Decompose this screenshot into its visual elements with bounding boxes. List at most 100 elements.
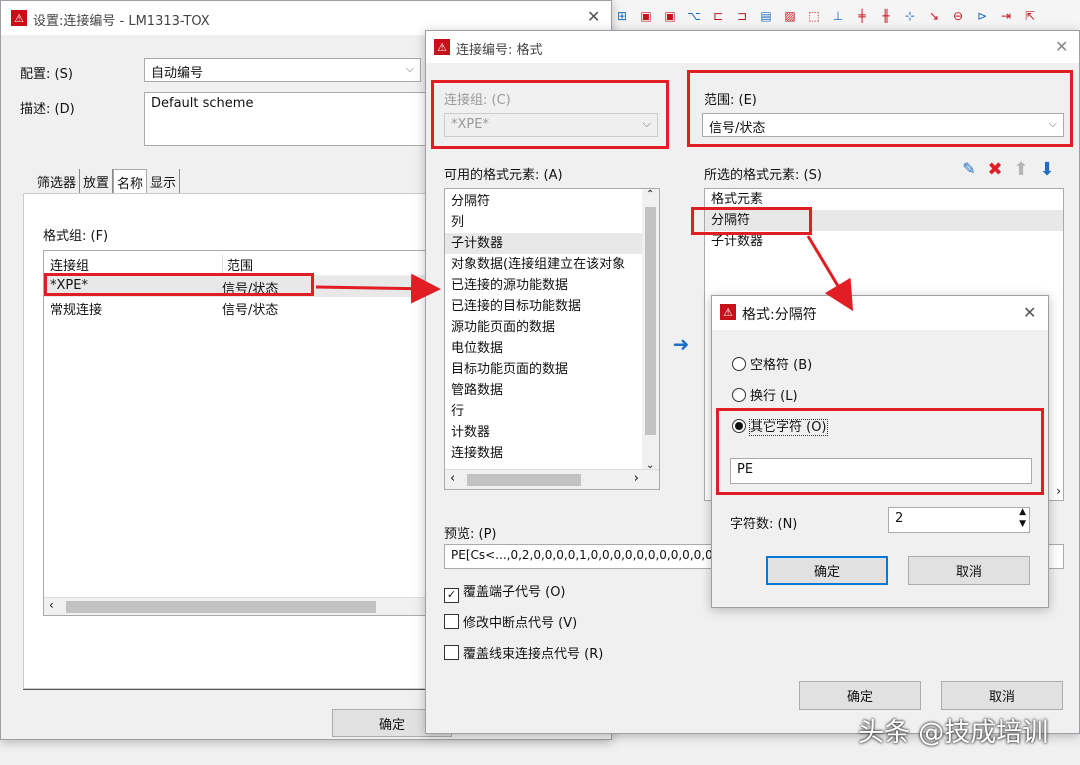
junction-icon[interactable]: ╪	[854, 8, 870, 24]
scroll-thumb[interactable]	[66, 601, 376, 613]
tab-name[interactable]: 名称	[113, 169, 148, 193]
wire-icon[interactable]: ⌥	[686, 8, 702, 24]
list-item[interactable]: 对象数据(连接组建立在该对象	[445, 254, 659, 275]
wire-icon[interactable]: ⇥	[998, 8, 1014, 24]
radio-newline[interactable]: 换行 (L)	[732, 385, 798, 404]
row-scope: 信号/状态	[222, 303, 279, 318]
edit-icon[interactable]: ✎	[958, 159, 980, 181]
radio-label: 换行 (L)	[750, 389, 798, 404]
check-icon: ✓	[444, 588, 459, 603]
watermark: 头条 @技成培训	[858, 718, 1049, 748]
available-label: 可用的格式元素: (A)	[444, 168, 563, 183]
list-item[interactable]: 列	[445, 212, 659, 233]
align-icon[interactable]: ⊥	[830, 8, 846, 24]
list-item[interactable]: 目标功能页面的数据	[445, 359, 659, 380]
close-icon[interactable]: ✕	[1023, 303, 1036, 322]
header-group[interactable]: 连接组	[50, 255, 89, 274]
separator-cancel-button[interactable]: 取消	[908, 556, 1030, 585]
list-item[interactable]: 源功能页面的数据	[445, 317, 659, 338]
scroll-thumb[interactable]	[645, 207, 656, 435]
wire-icon[interactable]: ↘	[926, 8, 942, 24]
app-logo-icon: ⚠	[11, 10, 27, 26]
separator-titlebar: ⚠ 格式:分隔符 ✕	[712, 296, 1048, 330]
list-item[interactable]: 连接数据	[445, 443, 659, 464]
checkbox-label: 修改中断点代号 (V)	[463, 616, 578, 631]
header-scope[interactable]: 范围	[222, 255, 253, 274]
frame-icon[interactable]: ⬚	[806, 8, 822, 24]
highlight-other-char	[716, 408, 1044, 495]
list-item[interactable]: 管路数据	[445, 380, 659, 401]
format-cancel-button[interactable]: 取消	[941, 681, 1063, 710]
selected-toolbar: ✎ ✖ ⬆ ⬇	[958, 159, 1068, 183]
move-up-icon[interactable]: ⬆	[1010, 159, 1032, 181]
list-item[interactable]: 分隔符	[445, 191, 659, 212]
cursor-icon[interactable]: ⇱	[1022, 8, 1038, 24]
stepper-up-icon[interactable]: ▲	[1019, 507, 1026, 517]
checkbox-override-harness[interactable]: 覆盖线束连接点代号 (R)	[444, 643, 603, 662]
toolbar: ⊞ ▣ ▣ ⌥ ⊏ ⊐ ▤ ▨ ⬚ ⊥ ╪ ╫ ⊹ ↘ ⊖ ⊳ ⇥ ⇱	[600, 0, 1080, 32]
box-icon[interactable]: ▣	[662, 8, 678, 24]
vertical-scrollbar[interactable]: ⌃ ⌄	[642, 189, 659, 471]
scroll-up-icon[interactable]: ⌃	[646, 189, 654, 200]
radio-circle	[732, 388, 746, 402]
config-select[interactable]: 自动编号 ⌵	[144, 58, 421, 82]
selected-label: 所选的格式元素: (S)	[704, 168, 822, 183]
checkbox-override-terminal[interactable]: ✓ 覆盖端子代号 (O)	[444, 581, 566, 603]
move-down-icon[interactable]: ⬇	[1036, 159, 1058, 181]
grid-icon[interactable]: ⊞	[614, 8, 630, 24]
junction-icon[interactable]: ⊹	[902, 8, 918, 24]
radio-space[interactable]: 空格符 (B)	[732, 354, 812, 373]
wire-icon[interactable]: ⊖	[950, 8, 966, 24]
horizontal-scrollbar[interactable]: ‹ ›	[445, 469, 659, 489]
scroll-left-icon[interactable]: ‹	[450, 471, 455, 486]
desc-textarea[interactable]: Default scheme	[144, 92, 429, 146]
terminal-icon[interactable]: ⊐	[734, 8, 750, 24]
tab-placement[interactable]: 放置	[80, 169, 114, 193]
scroll-right-icon[interactable]: ›	[634, 471, 639, 486]
highlight-row-xpe	[44, 273, 314, 296]
tab-filter[interactable]: 筛选器	[34, 169, 81, 193]
radio-label: 空格符 (B)	[750, 358, 813, 373]
available-list[interactable]: 分隔符列子计数器 对象数据(连接组建立在该对象 已连接的源功能数据 已连接的目标功能数…	[444, 188, 660, 490]
list-item[interactable]: 已连接的目标功能数据	[445, 296, 659, 317]
list-item[interactable]: 电位数据	[445, 338, 659, 359]
stepper-down-icon[interactable]: ▼	[1019, 519, 1026, 529]
list-item[interactable]: 已连接的源功能数据	[445, 275, 659, 296]
close-icon[interactable]: ✕	[1055, 37, 1068, 56]
connector-icon[interactable]: ⊏	[710, 8, 726, 24]
char-count-stepper[interactable]: 2 ▲ ▼	[888, 507, 1030, 533]
highlight-scope	[687, 70, 1073, 147]
add-element-button[interactable]: ➜	[668, 331, 694, 357]
radio-circle	[732, 357, 746, 371]
checkbox-label: 覆盖线束连接点代号 (R)	[463, 647, 604, 662]
row-group: 常规连接	[50, 303, 103, 318]
list-item[interactable]: 计数器	[445, 422, 659, 443]
char-count-value: 2	[895, 511, 904, 526]
format-title: 连接编号: 格式	[456, 43, 543, 58]
desc-value: Default scheme	[151, 96, 254, 111]
hatch-icon[interactable]: ▨	[782, 8, 798, 24]
checkbox-modify-interrupt[interactable]: 修改中断点代号 (V)	[444, 612, 577, 631]
delete-icon[interactable]: ✖	[984, 159, 1006, 181]
desc-label: 描述: (D)	[20, 102, 75, 117]
wire-icon[interactable]: ⊳	[974, 8, 990, 24]
settings-title: 设置:连接编号 - LM1313-TOX	[33, 14, 210, 29]
scroll-thumb[interactable]	[467, 474, 581, 486]
highlight-conn-group	[431, 80, 669, 149]
close-icon[interactable]: ✕	[587, 7, 600, 26]
box-icon[interactable]: ▣	[638, 8, 654, 24]
tab-display[interactable]: 显示	[147, 169, 181, 193]
separator-ok-button[interactable]: 确定	[766, 556, 888, 585]
scroll-left-icon[interactable]: ‹	[49, 598, 54, 612]
checkbox-box	[444, 614, 459, 629]
list-item[interactable]: 行	[445, 401, 659, 422]
junction-icon[interactable]: ╫	[878, 8, 894, 24]
hatch-icon[interactable]: ▤	[758, 8, 774, 24]
list-item[interactable]: 子计数器	[445, 233, 659, 254]
table-row[interactable]: 常规连接 信号/状态	[44, 297, 432, 318]
horizontal-scrollbar[interactable]: ‹	[44, 597, 432, 615]
scroll-right-icon[interactable]: ›	[1056, 484, 1061, 498]
app-logo-icon: ⚠	[720, 304, 736, 320]
format-ok-button[interactable]: 确定	[799, 681, 921, 710]
divider	[23, 689, 433, 690]
